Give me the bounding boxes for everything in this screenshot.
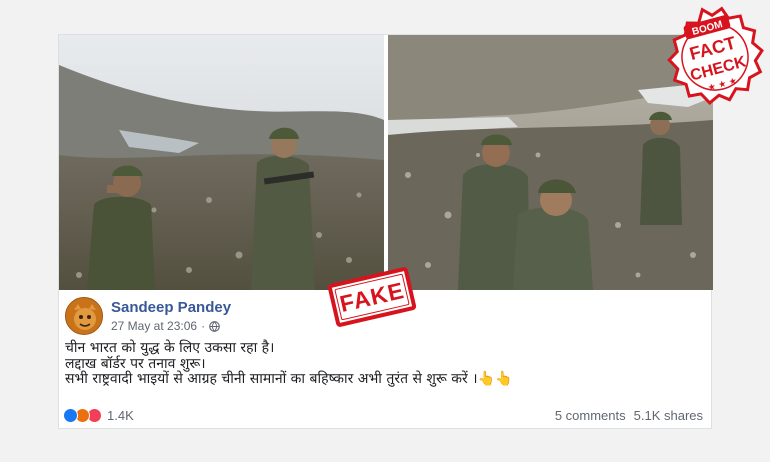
shares-count[interactable]: 5.1K shares [634, 408, 703, 423]
post-text-line: सभी राष्ट्रवादी भाइयों से आग्रह चीनी साम… [65, 371, 513, 387]
post-header: Sandeep Pandey 27 May at 23:06 · [65, 297, 465, 337]
meta-separator: · [201, 319, 206, 333]
post-text-line: लद्दाख बॉर्डर पर तनाव शुरू। [65, 355, 206, 372]
video-frame-left [59, 35, 384, 290]
post-text-line: चीन भारत को युद्ध के लिए उकसा रहा है। [65, 340, 275, 356]
avatar[interactable] [65, 297, 103, 335]
reactions-summary[interactable]: 1.4K [63, 408, 134, 423]
post-text: चीन भारत को युद्ध के लिए उकसा रहा है। लद… [65, 340, 513, 388]
boom-fact-check-badge: BOOM FACT CHECK ★ ★ ★ [662, 4, 768, 110]
author-name[interactable]: Sandeep Pandey [111, 299, 231, 316]
comments-count[interactable]: 5 comments [555, 408, 626, 423]
like-icon [63, 408, 78, 423]
globe-icon [209, 320, 220, 332]
facebook-post-card: FAKE Sandeep Pandey 27 May at 23:06 · ची… [58, 34, 713, 429]
post-image[interactable] [59, 35, 713, 290]
post-footer: 1.4K 5 comments 5.1K shares [63, 407, 709, 425]
reaction-count: 1.4K [107, 408, 134, 423]
post-timestamp[interactable]: 27 May at 23:06 [111, 319, 197, 333]
engagement-counts: 5 comments 5.1K shares [555, 408, 703, 423]
post-meta: 27 May at 23:06 · [111, 319, 220, 333]
